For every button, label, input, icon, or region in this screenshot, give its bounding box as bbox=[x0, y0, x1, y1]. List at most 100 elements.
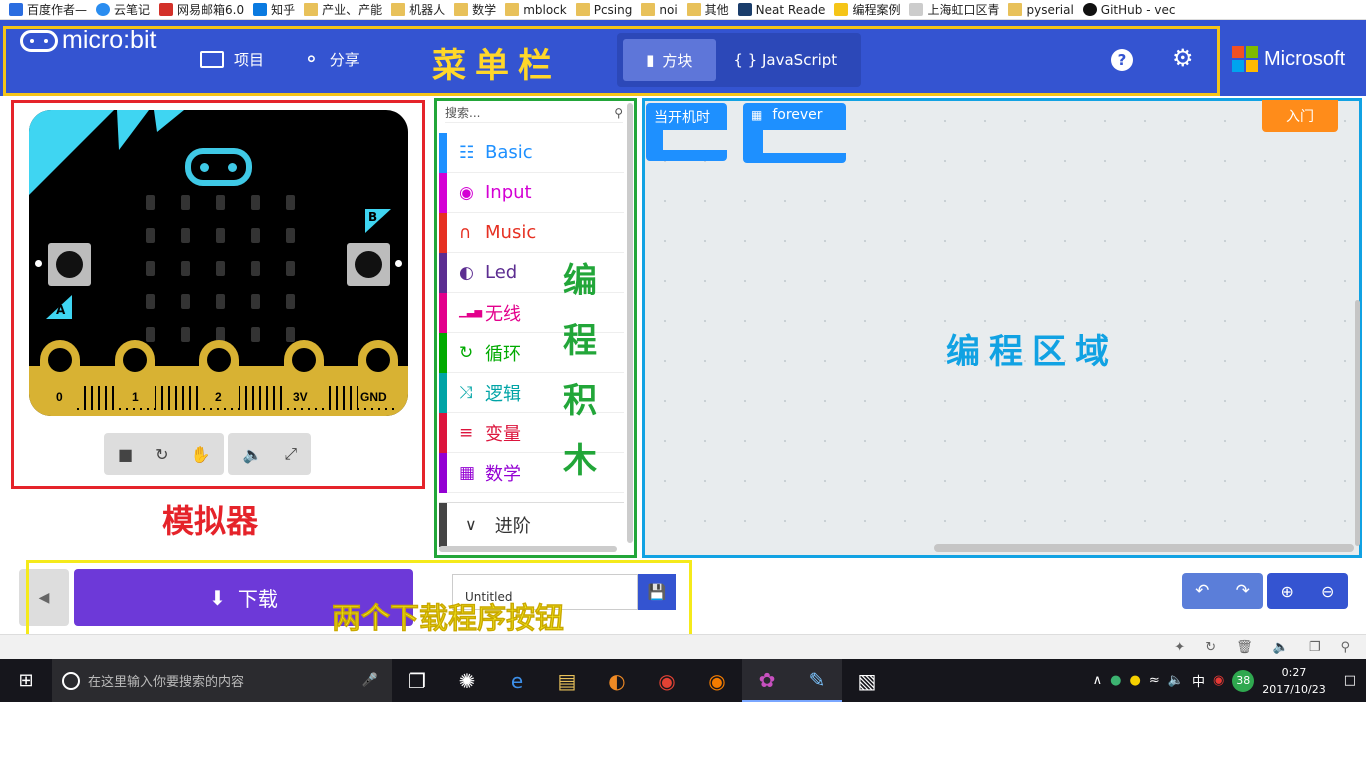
pin-icon[interactable]: ✦ bbox=[1174, 640, 1185, 655]
mail-icon bbox=[159, 3, 174, 16]
category-color-bar bbox=[439, 212, 447, 253]
chrome-icon[interactable]: ◉ bbox=[642, 659, 692, 702]
windows-taskbar: ⊞ 在这里输入你要搜索的内容 🎤 ❐ ✺ e ▤ ◐ ◉ ◉ ✿ ✎ ▧ ∧ ●… bbox=[0, 659, 1366, 702]
category-color-bar bbox=[439, 452, 447, 493]
microsoft-logo[interactable]: Microsoft bbox=[1232, 46, 1345, 72]
folder-icon bbox=[686, 3, 701, 16]
bookmark-item[interactable]: GitHub - vec bbox=[1082, 3, 1175, 17]
on-start-label: 当开机时 bbox=[654, 110, 710, 126]
zoom-in-icon[interactable]: ⊕ bbox=[1281, 582, 1294, 601]
bookmarks-bar: 百度作者— 云笔记 网易邮箱6.0 知乎 产业、产能 机器人 数学 mblock… bbox=[0, 0, 1366, 20]
editor-vertical-scrollbar[interactable] bbox=[1355, 300, 1360, 546]
category-color-bar bbox=[439, 412, 447, 453]
fan-app-icon[interactable]: ✺ bbox=[442, 659, 492, 702]
folder-icon bbox=[304, 3, 319, 16]
radio-target-icon: ◉ bbox=[459, 182, 474, 203]
folder-icon bbox=[575, 3, 590, 16]
cloud-note-icon bbox=[96, 3, 111, 16]
chevron-up-icon[interactable]: ∧ bbox=[1093, 673, 1103, 688]
bookmark-item[interactable]: 编程案例 bbox=[834, 1, 900, 18]
uc-browser-icon[interactable]: ◐ bbox=[592, 659, 642, 702]
color-app-icon[interactable]: ✿ bbox=[742, 659, 792, 702]
tray-app-icon[interactable]: ● bbox=[1130, 673, 1141, 688]
start-button[interactable]: ⊞ bbox=[0, 659, 52, 702]
bookmark-folder[interactable]: Pcsing bbox=[575, 3, 632, 17]
bookmark-folder[interactable]: pyserial bbox=[1008, 3, 1074, 17]
microphone-icon[interactable]: 🎤 bbox=[362, 673, 378, 688]
window-icon[interactable]: ❐ bbox=[1309, 640, 1321, 655]
bookmark-folder[interactable]: 机器人 bbox=[391, 1, 445, 18]
tray-app-icon[interactable]: ● bbox=[1110, 673, 1121, 688]
zoom-out-icon[interactable]: ⊖ bbox=[1321, 582, 1334, 601]
refresh-icon[interactable]: ↻ bbox=[1205, 640, 1216, 655]
action-center-icon[interactable]: □ bbox=[1344, 673, 1356, 688]
block-slot bbox=[763, 130, 846, 153]
speaker-icon[interactable]: 🔈 bbox=[1273, 640, 1289, 655]
toolbox-scrollbar[interactable] bbox=[627, 103, 633, 543]
category-color-bar bbox=[439, 502, 447, 547]
category-color-bar bbox=[439, 172, 447, 213]
taskbar-search[interactable]: 在这里输入你要搜索的内容 🎤 bbox=[52, 659, 392, 702]
toolbox-category[interactable]: ∩ Music bbox=[439, 212, 624, 253]
category-color-bar bbox=[439, 372, 447, 413]
paint-icon[interactable]: ✎ bbox=[792, 659, 842, 702]
toolbox-horizontal-scrollbar[interactable] bbox=[439, 546, 617, 552]
list-icon: ≡ bbox=[459, 422, 474, 443]
toolbox-annotation-char: 积 bbox=[563, 381, 597, 421]
notification-badge[interactable]: 38 bbox=[1232, 669, 1255, 692]
editor-annotation: 编程区域 bbox=[946, 332, 1118, 372]
search-icon[interactable]: ⚲ bbox=[1340, 640, 1350, 655]
toggle-icon: ◐ bbox=[459, 262, 474, 283]
trash-icon[interactable]: 🗑 bbox=[1236, 640, 1253, 655]
folder-icon bbox=[454, 3, 469, 16]
bookmark-folder[interactable]: noi bbox=[641, 3, 678, 17]
block-slot bbox=[663, 130, 727, 150]
toolbox-category[interactable]: ◉ Input bbox=[439, 172, 624, 213]
bookmark-item[interactable]: Neat Reade bbox=[737, 3, 825, 17]
redo-icon[interactable]: ↷ bbox=[1236, 581, 1250, 601]
editor-horizontal-scrollbar[interactable] bbox=[934, 544, 1354, 552]
toolbox-category[interactable]: ☷ Basic bbox=[439, 132, 624, 173]
terminal-icon[interactable]: ▧ bbox=[842, 659, 892, 702]
getting-started-button[interactable]: 入门 bbox=[1262, 100, 1338, 132]
firefox-icon[interactable]: ◉ bbox=[692, 659, 742, 702]
search-icon[interactable]: ⚲ bbox=[614, 106, 623, 120]
neat-reader-icon bbox=[737, 3, 752, 16]
toolbox-search[interactable]: 搜索... ⚲ bbox=[445, 103, 623, 123]
undo-redo-group: ↶ ↷ bbox=[1182, 573, 1263, 609]
category-color-bar bbox=[439, 332, 447, 373]
s-icon bbox=[834, 3, 849, 16]
microsoft-icon bbox=[1232, 46, 1258, 72]
folder-icon bbox=[1008, 3, 1023, 16]
toolbox-annotation-char: 程 bbox=[563, 321, 597, 361]
grid-icon: ☷ bbox=[459, 142, 475, 163]
ime-indicator[interactable]: 中 bbox=[1192, 671, 1205, 690]
bookmark-folder[interactable]: 产业、产能 bbox=[304, 1, 382, 18]
category-color-bar bbox=[439, 252, 447, 293]
zoom-group: ⊕ ⊖ bbox=[1267, 573, 1348, 609]
on-start-block[interactable]: 当开机时 bbox=[646, 103, 727, 161]
bookmark-folder[interactable]: 数学 bbox=[454, 1, 496, 18]
volume-icon[interactable]: 🔈 bbox=[1168, 673, 1184, 688]
undo-icon[interactable]: ↶ bbox=[1195, 581, 1209, 601]
bookmark-item[interactable]: 网易邮箱6.0 bbox=[159, 1, 244, 18]
headphones-icon: ∩ bbox=[459, 222, 472, 243]
download-annotation: 两个下载程序按钮 bbox=[332, 601, 565, 636]
file-explorer-icon[interactable]: ▤ bbox=[542, 659, 592, 702]
edge-icon[interactable]: e bbox=[492, 659, 542, 702]
task-view-icon[interactable]: ❐ bbox=[392, 659, 442, 702]
clock[interactable]: 0:27 2017/10/23 bbox=[1262, 664, 1325, 698]
search-input[interactable]: 搜索... bbox=[445, 104, 480, 121]
bookmark-item[interactable]: 云笔记 bbox=[96, 1, 150, 18]
menubar-highlight-frame bbox=[3, 26, 1220, 96]
bookmark-item[interactable]: 上海虹口区青 bbox=[909, 1, 999, 18]
bookmark-folder[interactable]: 其他 bbox=[686, 1, 729, 18]
advanced-category[interactable]: ∨ 进阶 bbox=[439, 502, 624, 547]
folder-icon bbox=[641, 3, 656, 16]
bookmark-item[interactable]: 知乎 bbox=[253, 1, 295, 18]
bookmark-folder[interactable]: mblock bbox=[505, 3, 567, 17]
wifi-icon[interactable]: ≈ bbox=[1149, 673, 1160, 688]
bookmark-item[interactable]: 百度作者— bbox=[9, 1, 87, 18]
forever-block[interactable]: ▦ forever bbox=[743, 103, 846, 163]
sogou-icon[interactable]: ◉ bbox=[1213, 673, 1224, 688]
